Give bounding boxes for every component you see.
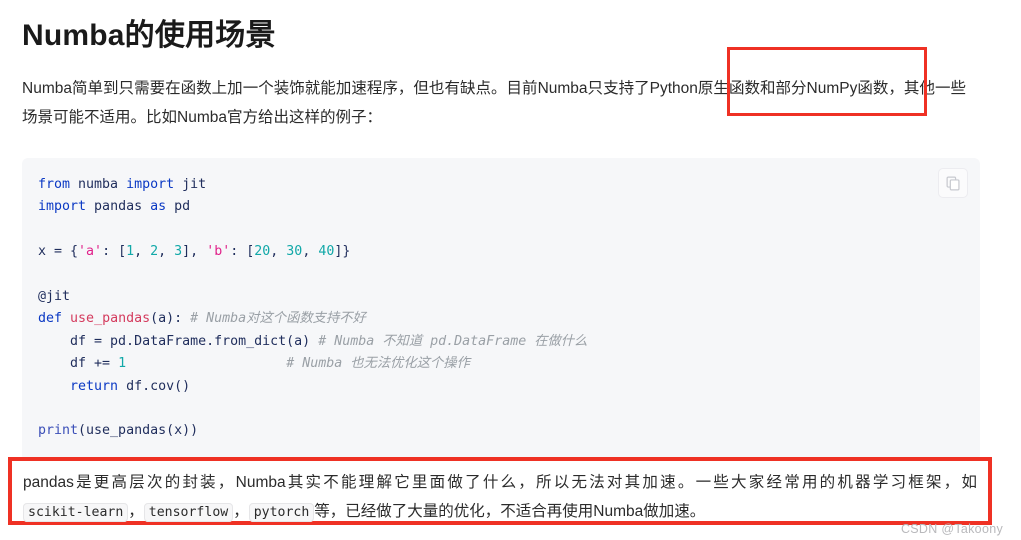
code-token-comment: # Numba 也无法优化这个操作 — [286, 356, 470, 372]
code-token-plain: ], — [182, 244, 207, 260]
code-token-string: 'a' — [78, 244, 103, 260]
paragraph-text: ， — [233, 503, 249, 520]
page-title: Numba的使用场景 — [22, 19, 276, 52]
code-token-plain: x = { — [38, 244, 79, 260]
code-token-number: 1 — [118, 356, 127, 372]
code-token-plain: : [ — [102, 244, 127, 260]
code-token-plain: df.cov() — [118, 378, 191, 394]
code-block: from numba import jit import pandas as p… — [22, 158, 980, 461]
code-token-function: use_pandas — [70, 311, 151, 327]
code-token-number: 30 — [286, 244, 303, 260]
code-token-keyword: import — [38, 199, 87, 215]
paragraph-text: pandas是更高层次的封装，Numba其实不能理解它里面做了什么，所以无法对其… — [23, 474, 977, 491]
inline-code-token: tensorflow — [143, 503, 234, 522]
copy-icon — [946, 176, 961, 191]
code-token-plain: df = pd.DataFrame.from_dict(a) — [38, 333, 319, 349]
inline-code-token: pytorch — [248, 503, 315, 522]
code-content[interactable]: from numba import jit import pandas as p… — [38, 174, 962, 443]
paragraph-text: ， — [128, 503, 144, 520]
code-token-comment: # Numba 不知道 pd.DataFrame 在做什么 — [318, 333, 588, 349]
code-token-plain: pandas — [86, 199, 151, 215]
code-token-builtin: print — [38, 423, 79, 439]
intro-paragraph: Numba简单到只需要在函数上加一个装饰就能加速程序，但也有缺点。目前Numba… — [22, 80, 966, 126]
code-token-keyword: import — [126, 177, 175, 192]
code-token-number: 2 — [150, 244, 159, 260]
code-token-number: 20 — [254, 244, 271, 260]
code-token-plain: df += — [38, 356, 119, 372]
code-token-plain: (use_pandas(x)) — [78, 423, 199, 439]
code-token-plain: (a): — [150, 311, 191, 327]
code-token-plain: @jit — [38, 289, 71, 305]
code-token-keyword: return — [70, 378, 119, 394]
code-token-number: 40 — [318, 244, 335, 260]
code-token-string: 'b' — [206, 244, 231, 260]
code-token-plain: jit — [174, 177, 207, 192]
watermark: CSDN @Takoony — [900, 522, 1003, 536]
bottom-highlight-box: pandas是更高层次的封装，Numba其实不能理解它里面做了什么，所以无法对其… — [8, 457, 992, 525]
paragraph-text: 等，已经做了大量的优化，不适合再使用Numba做加速。 — [314, 503, 706, 520]
code-token-plain: : [ — [230, 244, 255, 260]
copy-code-button[interactable] — [938, 168, 968, 198]
bottom-paragraph: pandas是更高层次的封装，Numba其实不能理解它里面做了什么，所以无法对其… — [12, 461, 988, 527]
article-page: Numba的使用场景 Numba简单到只需要在函数上加一个装饰就能加速程序，但也… — [0, 0, 1021, 540]
code-token-number: 1 — [126, 244, 135, 260]
code-token-plain: , — [134, 244, 151, 260]
code-token-keyword: def — [38, 311, 63, 327]
code-token-plain: numba — [70, 177, 127, 192]
code-token-number: 3 — [174, 244, 183, 260]
code-token-plain: , — [270, 244, 287, 260]
code-token-plain: ]} — [334, 244, 351, 260]
code-token-plain: , — [302, 244, 319, 260]
code-token-keyword: from — [38, 177, 71, 192]
code-token-plain: , — [158, 244, 175, 260]
code-token-comment: # Numba对这个函数支持不好 — [190, 311, 366, 327]
code-token-plain: pd — [166, 199, 191, 215]
inline-code-token: scikit-learn — [23, 503, 129, 522]
code-token-keyword: as — [150, 199, 167, 215]
